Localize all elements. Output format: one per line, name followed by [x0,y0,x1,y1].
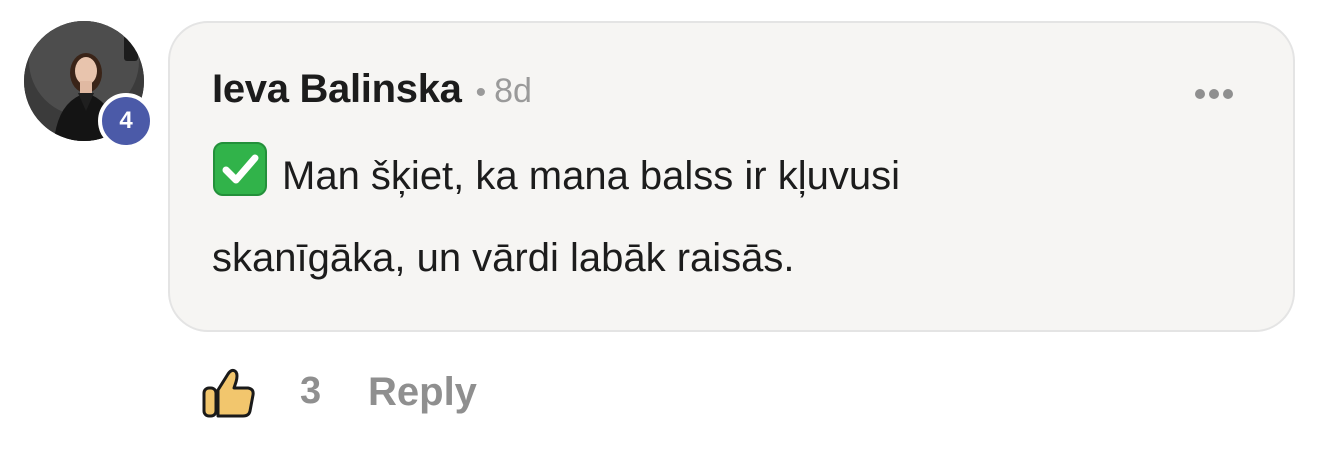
check-mark-button-icon [212,141,268,221]
timestamp: 8d [494,72,532,110]
thumbs-up-icon[interactable] [200,364,258,422]
comment-text: Man šķiet, ka mana balss ir kļuvusi skan… [212,154,901,280]
comment-bubble: Ieva Balinska • 8d Man šķiet, ka mana ba… [168,21,1295,332]
reply-button[interactable]: Reply [368,370,477,415]
comment-body: Man šķiet, ka mana balss ir kļuvusi skan… [212,139,1092,295]
like-button[interactable] [200,364,258,422]
comment-header: Ieva Balinska • 8d [212,67,532,112]
like-count: 3 [300,370,322,412]
separator-dot: • [475,76,487,109]
author-name[interactable]: Ieva Balinska [212,67,462,112]
avatar-container[interactable]: 4 [24,21,154,149]
more-options-icon[interactable] [1195,89,1233,99]
level-badge: 4 [98,93,154,149]
